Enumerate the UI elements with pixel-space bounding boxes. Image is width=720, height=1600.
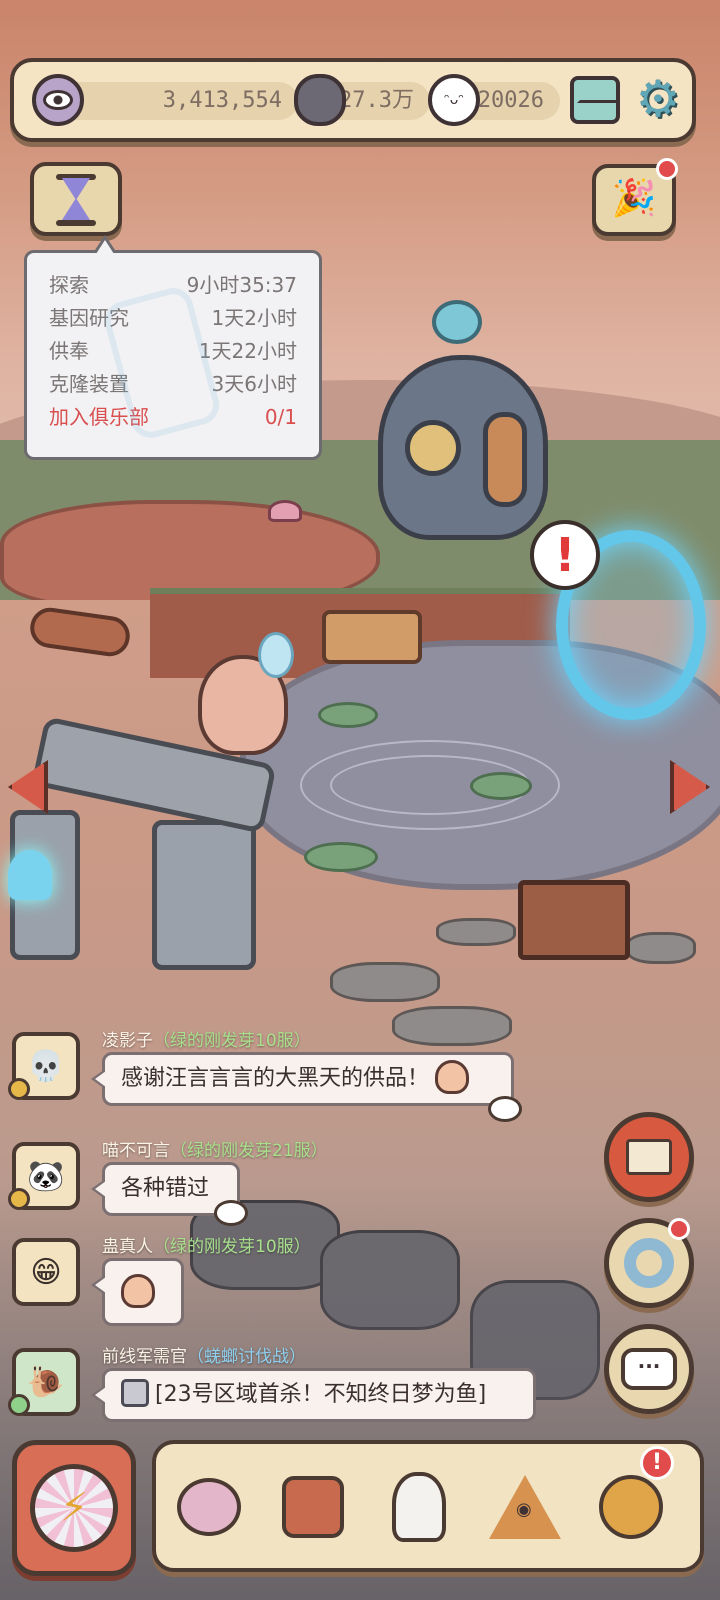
chat-text: 各种错过 xyxy=(121,1176,210,1201)
system-chip-icon xyxy=(121,1379,149,1407)
sender-name: 喵不可言 xyxy=(102,1141,170,1161)
sender-name: 前线军需官 xyxy=(102,1347,187,1367)
donut-notification-dot xyxy=(668,1218,690,1240)
avatar[interactable]: 😁 xyxy=(12,1238,80,1306)
cookie-icon xyxy=(599,1475,663,1539)
stepping-stone xyxy=(436,918,516,946)
crown-snail-icon xyxy=(214,1200,248,1226)
blue-flame xyxy=(8,850,52,900)
sender-server: （绿的刚发芽10服） xyxy=(153,1237,311,1257)
backpack-icon xyxy=(282,1476,344,1538)
sender-name: 蛊真人 xyxy=(102,1237,153,1257)
chat-text: 感谢汪言言言的大黑天的供品！ xyxy=(121,1066,430,1091)
nav-backpack[interactable] xyxy=(274,1462,352,1552)
nav-snail[interactable] xyxy=(170,1462,248,1552)
sender-name: 凌影子 xyxy=(102,1031,153,1051)
chat-bubble[interactable] xyxy=(91,1258,184,1326)
timer-value: 1天22小时 xyxy=(198,339,297,363)
rank-badge-icon xyxy=(8,1078,30,1100)
creature-sticker-icon xyxy=(435,1060,470,1094)
sender-server: （绿的刚发芽10服） xyxy=(153,1031,311,1051)
spiral-sign[interactable] xyxy=(322,610,422,664)
stone-pillar xyxy=(152,820,256,970)
resource-bar: 3,413,554 27.3万 20026 ⚙ xyxy=(10,58,696,142)
stone-icon xyxy=(294,74,346,126)
hourglass-icon xyxy=(56,174,96,226)
crown-snail-icon xyxy=(488,1096,522,1122)
explore-main-button[interactable]: ⚡ xyxy=(12,1440,136,1576)
lily-pad xyxy=(470,772,532,800)
mushroom xyxy=(268,500,302,522)
panda-avatar-icon: 🐼 xyxy=(27,1158,65,1194)
pyramid-eye-icon xyxy=(489,1475,561,1539)
eyes-counter: 3,413,554 xyxy=(54,82,298,120)
bottom-nav xyxy=(152,1440,704,1572)
lily-pad xyxy=(304,842,378,872)
sender-event: （蜣螂讨伐战） xyxy=(187,1347,306,1367)
timer-button[interactable] xyxy=(30,162,122,236)
skull-avatar-icon: 💀 xyxy=(27,1048,65,1084)
lily-pad xyxy=(318,702,378,728)
donut-icon xyxy=(624,1238,674,1288)
nav-pyramid[interactable] xyxy=(486,1462,564,1552)
chat-sender: 蛊真人（绿的刚发芽10服） xyxy=(102,1232,311,1257)
compass-icon: ⚡ xyxy=(30,1464,118,1552)
snot-bubble xyxy=(258,632,294,678)
timer-value: 1天2小时 xyxy=(211,306,297,330)
timer-value: 9小时35:37 xyxy=(186,273,297,297)
eye-icon xyxy=(32,74,84,126)
timer-label: 供奉 xyxy=(49,339,89,363)
chat-bubble[interactable]: 感谢汪言言言的大黑天的供品！ xyxy=(91,1052,514,1106)
timer-label: 克隆装置 xyxy=(49,372,129,396)
grinning-avatar-icon: 😁 xyxy=(30,1254,62,1290)
party-popper-icon: 🎉 xyxy=(611,178,657,219)
mail-icon[interactable] xyxy=(570,76,620,124)
snail-badge-icon xyxy=(8,1188,30,1210)
rock xyxy=(626,932,696,964)
snail-avatar-icon: 🐌 xyxy=(27,1364,65,1400)
chat-bubble[interactable]: [23号区域首杀！不知终日梦为鱼] xyxy=(91,1368,536,1422)
guild-badge-icon xyxy=(8,1394,30,1416)
ghost-icon xyxy=(428,74,480,126)
nav-alert-badge: ! xyxy=(640,1446,674,1480)
sender-server: （绿的刚发芽21服） xyxy=(170,1141,328,1161)
machine-porthole xyxy=(405,420,461,476)
letter-icon xyxy=(626,1139,672,1175)
gene-machine[interactable] xyxy=(378,355,548,540)
chat-button[interactable]: ··· xyxy=(604,1324,694,1414)
chat-sender: 喵不可言（绿的刚发芽21服） xyxy=(102,1136,328,1161)
bust-statue-icon xyxy=(392,1472,446,1542)
nav-statue[interactable] xyxy=(380,1462,458,1552)
machine-window xyxy=(483,412,527,507)
snail-icon xyxy=(177,1478,241,1536)
chat-text: [23号区域首杀！不知终日梦为鱼] xyxy=(155,1382,487,1407)
timer-value: 3天6小时 xyxy=(211,372,297,396)
snail-on-machine xyxy=(432,300,482,344)
party-notification-dot xyxy=(656,158,678,180)
gear-icon[interactable]: ⚙ xyxy=(632,74,684,126)
crab-sticker-icon xyxy=(121,1274,155,1308)
stepping-stone xyxy=(392,1006,512,1046)
chat-sender: 前线军需官（蜣螂讨伐战） xyxy=(102,1342,306,1367)
letters-button[interactable] xyxy=(604,1112,694,1202)
timer-label: 探索 xyxy=(49,273,89,297)
treasure-cart[interactable] xyxy=(518,880,630,960)
club-value: 0/1 xyxy=(264,405,297,429)
alert-bubble[interactable]: ! xyxy=(530,520,600,590)
stepping-stone xyxy=(330,962,440,1002)
timer-tooltip: 探索 9小时35:37 基因研究 1天2小时 供奉 1天22小时 克隆装置 3天… xyxy=(24,235,322,460)
chat-sender: 凌影子（绿的刚发芽10服） xyxy=(102,1026,311,1051)
speech-bubble-icon: ··· xyxy=(621,1348,677,1390)
